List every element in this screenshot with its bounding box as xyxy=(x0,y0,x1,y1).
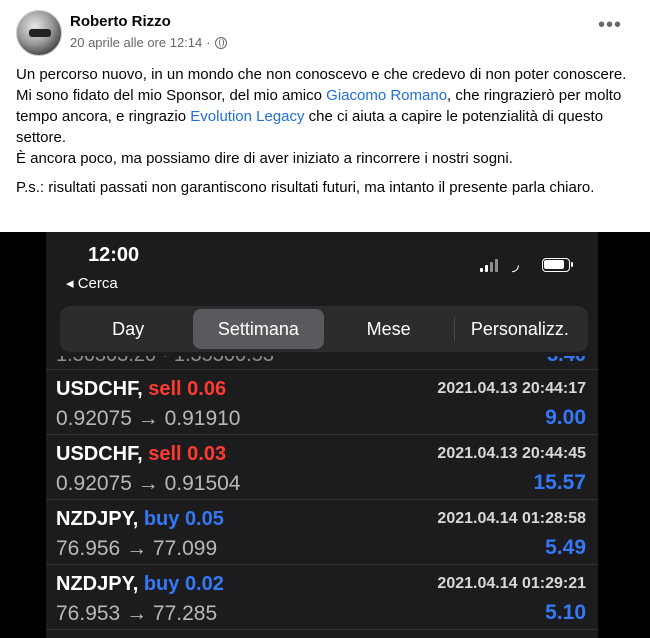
trade-date: 2021.04.13 20:44:17 xyxy=(437,380,586,397)
side-text: buy xyxy=(143,573,180,595)
mention-link-evolution[interactable]: Evolution Legacy xyxy=(190,108,304,125)
trade-row[interactable]: USDCHF, sell 0.06 0.92075 → 0.91910 2021… xyxy=(46,370,598,435)
volume-text: 0.02 xyxy=(184,573,224,595)
trade-symbol: USDCHF, sell 0.03 xyxy=(56,443,226,466)
back-link[interactable]: ◂ Cerca xyxy=(66,274,118,292)
author-name[interactable]: Roberto Rizzo xyxy=(70,13,171,30)
side-text: sell xyxy=(148,378,182,400)
period-segmented-control: Day Settimana Mese Personalizz. xyxy=(60,306,588,352)
trade-symbol: NZDJPY, buy 0.05 xyxy=(56,508,224,531)
trade-profit: 5.49 xyxy=(545,536,586,559)
tab-personalizza[interactable]: Personalizz. xyxy=(455,309,585,349)
trade-symbol: NZDJPY, buy 0.02 xyxy=(56,573,224,596)
avatar[interactable] xyxy=(16,10,62,56)
post-meta: 20 aprile alle ore 12:14 · xyxy=(70,35,227,50)
trade-date: 2021.04.14 01:28:58 xyxy=(437,510,586,527)
list-item-partial[interactable]: 1.36303.20 · 1.35300.53 3.40 xyxy=(46,356,598,370)
trade-profit: 15.57 xyxy=(533,471,586,494)
trade-rate: 0.92075 → 0.91910 xyxy=(56,407,241,430)
trade-row[interactable]: NZDJPY, buy 0.02 76.953 → 77.285 2021.04… xyxy=(46,565,598,630)
side-text: sell xyxy=(148,443,182,465)
wifi-icon: ◞ xyxy=(512,254,519,274)
volume-text: 0.05 xyxy=(184,508,224,530)
post-timestamp[interactable]: 20 aprile alle ore 12:14 xyxy=(70,35,202,50)
trade-rate: 76.956 → 77.099 xyxy=(56,537,218,560)
tab-mese[interactable]: Mese xyxy=(324,309,454,349)
partial-profit: 3.40 xyxy=(547,356,586,367)
status-bar: 12:00 ◂ Cerca ◞ xyxy=(46,232,598,302)
phone-screen: 12:00 ◂ Cerca ◞ Day Settimana Mese Perso… xyxy=(46,232,598,638)
trade-side: buy 0.05 xyxy=(144,508,224,530)
trade-row[interactable]: NZDJPY, buy 0.05 76.956 → 77.099 2021.04… xyxy=(46,500,598,565)
post-header: Roberto Rizzo 20 aprile alle ore 12:14 ·… xyxy=(16,10,634,56)
volume-text: 0.03 xyxy=(187,443,227,465)
side-text: buy xyxy=(143,508,180,530)
meta-separator: · xyxy=(206,35,211,50)
trade-list: 1.36303.20 · 1.35300.53 3.40 USDCHF, sel… xyxy=(46,356,598,630)
status-time: 12:00 xyxy=(88,244,140,266)
symbol-text: NZDJPY, xyxy=(56,573,139,595)
globe-icon xyxy=(214,36,227,49)
post-image[interactable]: 12:00 ◂ Cerca ◞ Day Settimana Mese Perso… xyxy=(0,232,650,638)
post-text: Un percorso nuovo, in un mondo che non c… xyxy=(16,64,634,206)
symbol-text: USDCHF, xyxy=(56,443,143,465)
trade-side: sell 0.03 xyxy=(148,443,226,465)
trade-symbol: USDCHF, sell 0.06 xyxy=(56,378,226,401)
symbol-text: USDCHF, xyxy=(56,378,143,400)
battery-icon xyxy=(542,258,573,272)
post-paragraph-2: P.s.: risultati passati non garantiscono… xyxy=(16,179,595,196)
trade-rate: 0.92075 → 0.91504 xyxy=(56,472,241,495)
trade-rate: 76.953 → 77.285 xyxy=(56,602,218,625)
trade-side: sell 0.06 xyxy=(148,378,226,400)
partial-rate: 1.36303.20 · 1.35300.53 xyxy=(56,356,274,367)
signal-icon xyxy=(480,258,498,272)
trade-profit: 9.00 xyxy=(545,406,586,429)
trade-date: 2021.04.14 01:29:21 xyxy=(437,575,586,592)
tab-settimana[interactable]: Settimana xyxy=(193,309,324,349)
mention-link-giacomo[interactable]: Giacomo Romano xyxy=(326,87,447,104)
trade-date: 2021.04.13 20:44:45 xyxy=(437,445,586,462)
trade-profit: 5.10 xyxy=(545,601,586,624)
tab-day[interactable]: Day xyxy=(63,309,193,349)
post-text-part: È ancora poco, ma possiamo dire di aver … xyxy=(16,150,513,167)
symbol-text: NZDJPY, xyxy=(56,508,139,530)
trade-side: buy 0.02 xyxy=(144,573,224,595)
trade-row[interactable]: USDCHF, sell 0.03 0.92075 → 0.91504 2021… xyxy=(46,435,598,500)
more-options-icon[interactable]: ••• xyxy=(598,15,622,35)
post-paragraph-1: Un percorso nuovo, in un mondo che non c… xyxy=(16,64,634,169)
volume-text: 0.06 xyxy=(187,378,227,400)
